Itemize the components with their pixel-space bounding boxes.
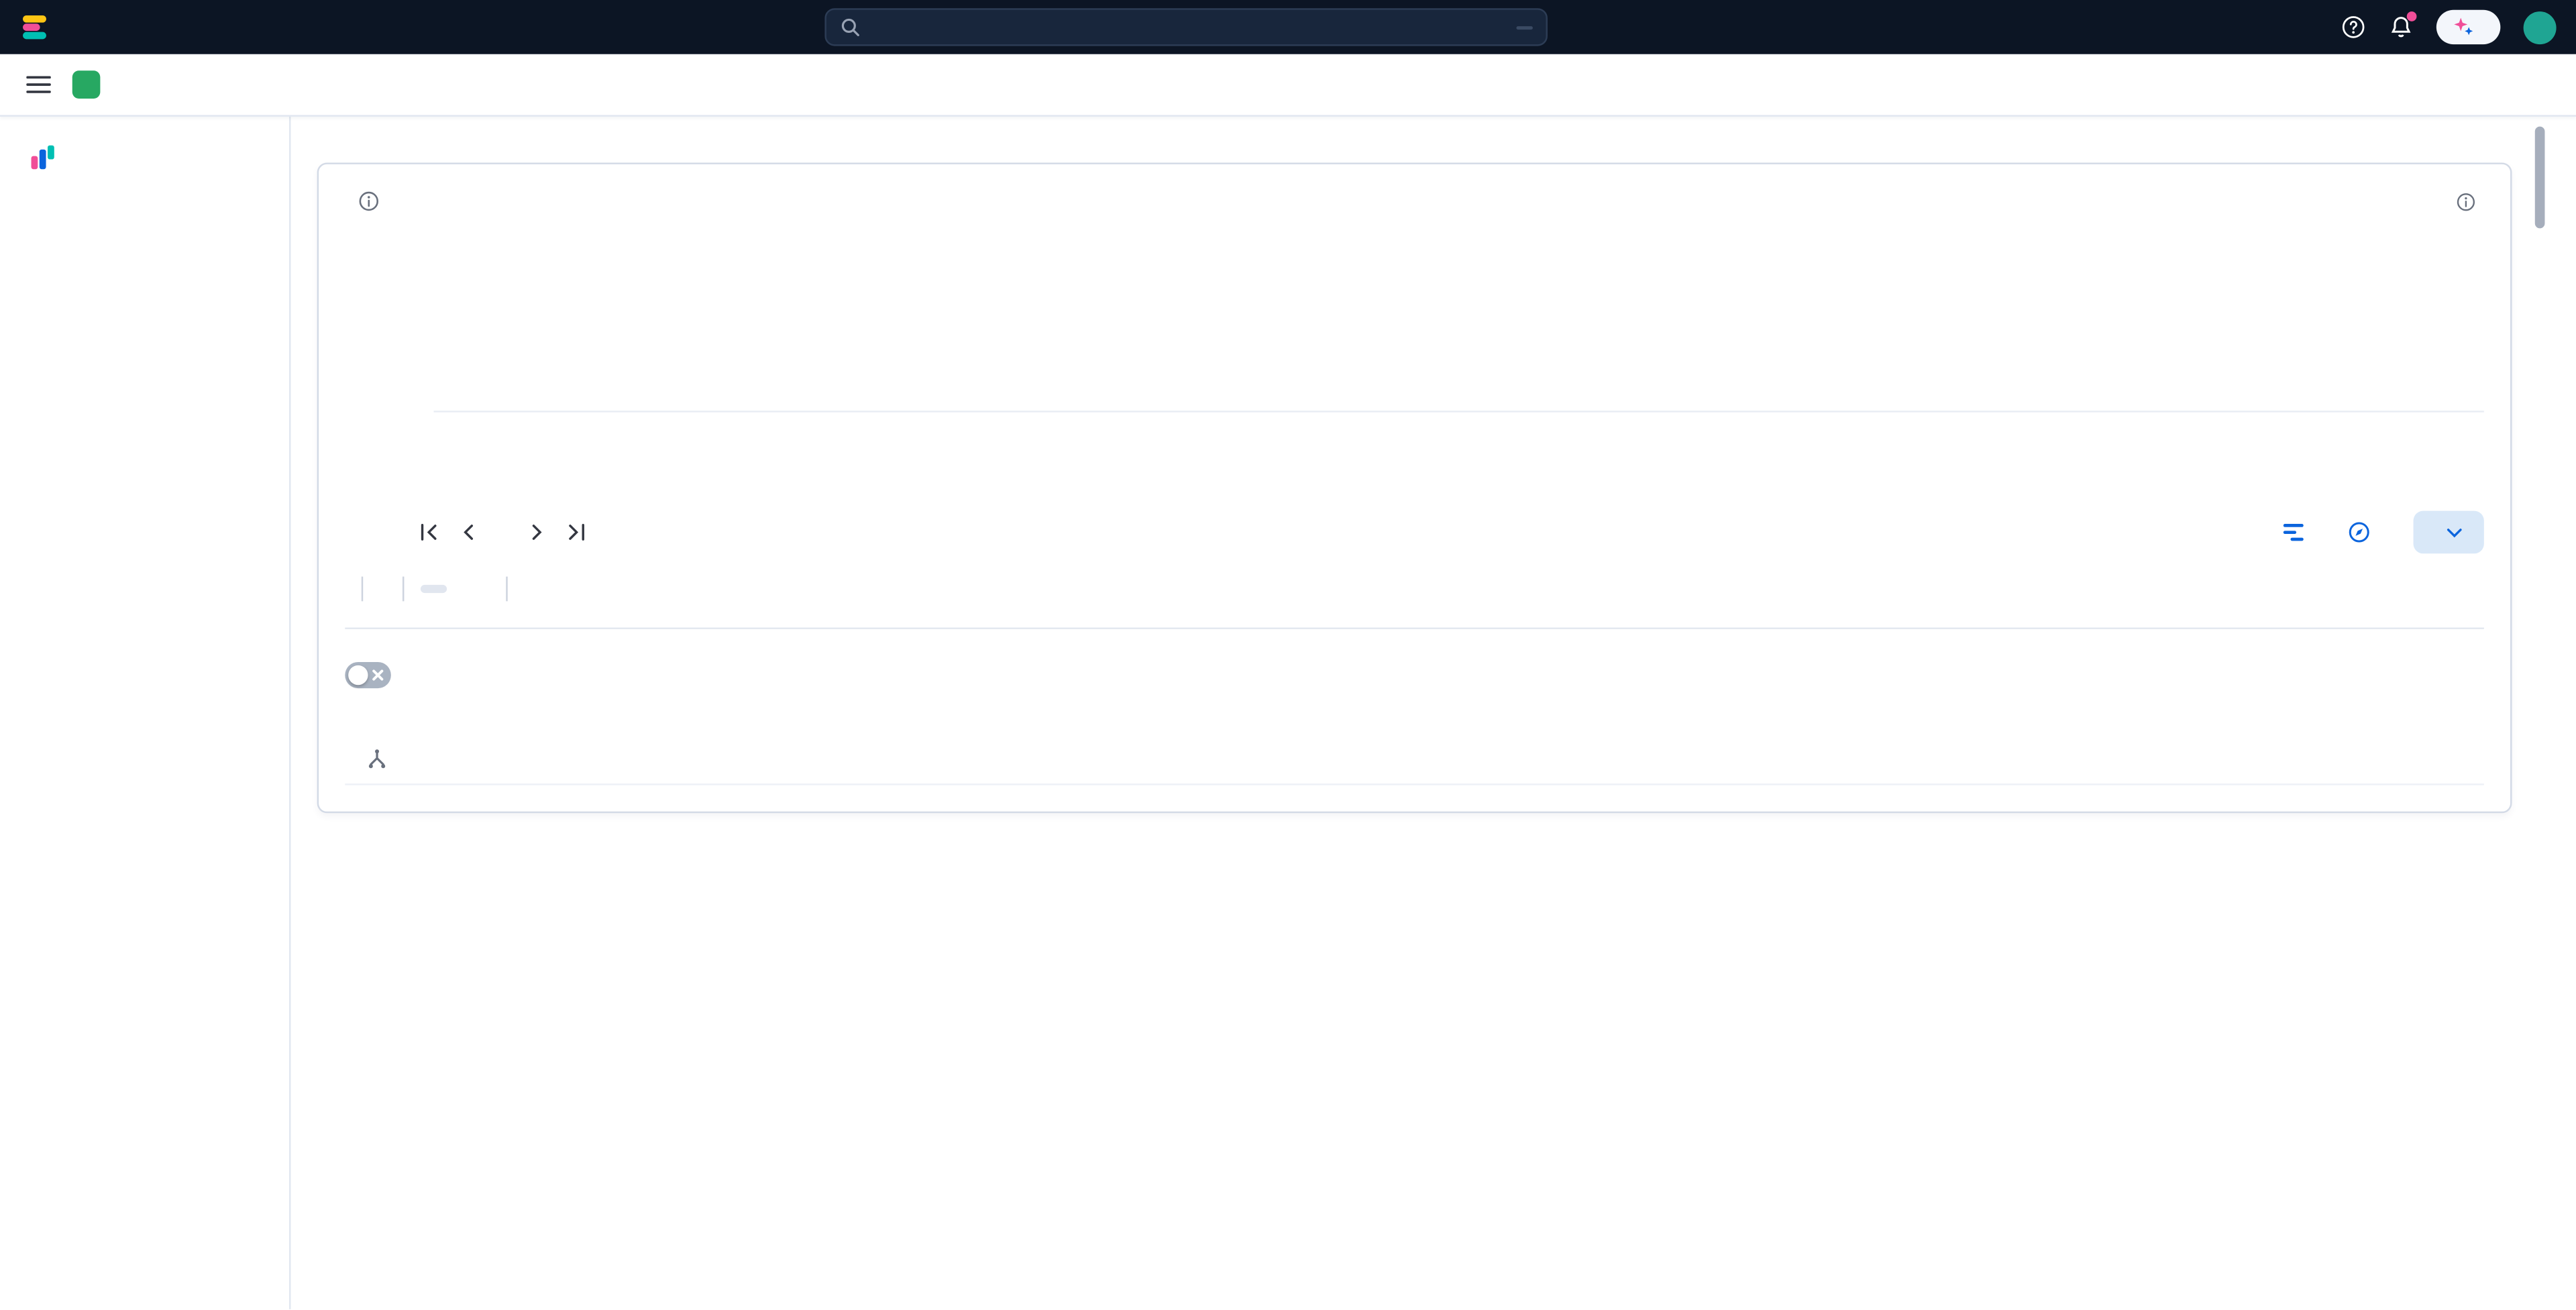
observability-logo-icon (28, 143, 58, 172)
global-header (0, 0, 2576, 54)
elastic-logo[interactable] (19, 11, 51, 43)
transaction-card (317, 162, 2512, 813)
latency-header (345, 190, 2484, 212)
header-right (2341, 0, 2557, 54)
notifications-icon[interactable] (2389, 15, 2414, 40)
app-body (0, 117, 2576, 1309)
trace-icon (2282, 521, 2305, 543)
search-shortcut-badge (1516, 25, 1532, 29)
latency-chart[interactable] (345, 261, 2484, 471)
notification-dot (2407, 11, 2417, 21)
trace-tabs (345, 628, 2484, 629)
ai-assistant-button[interactable] (2436, 10, 2501, 44)
waterfall (345, 744, 2484, 785)
last-page-button[interactable] (565, 521, 588, 543)
prev-page-button[interactable] (457, 521, 480, 543)
latency-plot (434, 261, 2484, 412)
toggle-off-icon (371, 669, 384, 682)
help-icon[interactable] (2341, 15, 2366, 40)
divider (505, 577, 506, 602)
search-icon (839, 16, 861, 38)
status-badge (463, 585, 489, 593)
toggle-knob (348, 665, 368, 685)
page (0, 0, 2576, 1310)
scrollbar-thumb[interactable] (2535, 127, 2545, 229)
main-content (290, 117, 2576, 1309)
investigate-button[interactable] (2414, 511, 2484, 554)
discover-icon (2348, 521, 2371, 543)
waterfall-rows (345, 783, 2484, 785)
space-badge[interactable] (72, 70, 101, 99)
chevron-down-icon (2445, 523, 2464, 542)
latency-xaxis (434, 413, 2484, 455)
range-hint (2456, 191, 2484, 211)
view-full-trace-button[interactable] (2282, 521, 2315, 543)
trace-actions (2282, 511, 2484, 554)
waterfall-axis (345, 744, 2484, 783)
info-icon[interactable] (358, 190, 380, 212)
sidebar (0, 117, 290, 1309)
trace-sample-header (345, 511, 2484, 554)
trace-summary (345, 577, 2484, 602)
trace-pagination (417, 521, 588, 543)
divider (402, 577, 403, 602)
sidebar-header (28, 143, 273, 172)
ai-assistant-icon (2453, 16, 2474, 38)
breadcrumb-bar (0, 54, 2576, 117)
header-left (19, 11, 64, 43)
critical-path-toggle[interactable] (345, 662, 391, 688)
first-page-button[interactable] (417, 521, 440, 543)
duration (380, 577, 386, 602)
divider (362, 577, 363, 602)
menu-icon[interactable] (26, 72, 51, 97)
global-search-input[interactable] (824, 8, 1548, 46)
user-avatar[interactable] (2524, 11, 2557, 44)
waterfall-axis-row (345, 744, 2484, 783)
critical-path-row (345, 662, 2484, 688)
request-badge[interactable] (420, 585, 446, 593)
next-page-button[interactable] (526, 521, 549, 543)
open-in-discover-button[interactable] (2348, 521, 2381, 543)
